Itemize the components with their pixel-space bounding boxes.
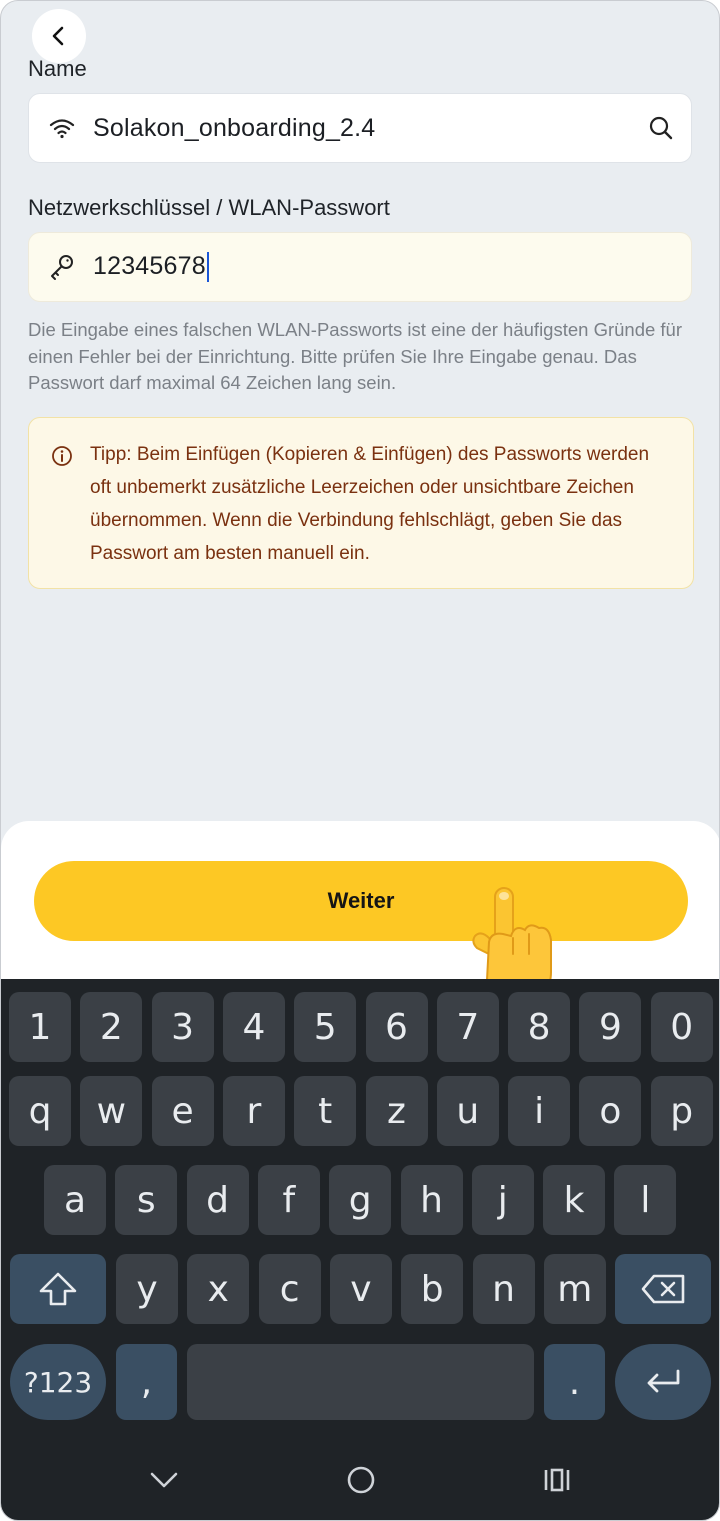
info-icon bbox=[51, 445, 73, 472]
letter-key-s[interactable]: s bbox=[115, 1165, 178, 1235]
key-icon bbox=[31, 253, 93, 281]
wifi-icon bbox=[31, 116, 93, 140]
letter-key-m[interactable]: m bbox=[543, 1254, 606, 1324]
letter-key-k[interactable]: k bbox=[543, 1165, 606, 1235]
search-icon[interactable] bbox=[631, 115, 691, 141]
letter-key-d[interactable]: d bbox=[186, 1165, 249, 1235]
network-name-value: Solakon_onboarding_2.4 bbox=[93, 113, 376, 142]
digit-key-4[interactable]: 4 bbox=[222, 992, 285, 1062]
password-field[interactable]: 12345678 bbox=[28, 232, 692, 302]
password-label: Netzwerkschlüssel / WLAN-Passwort bbox=[28, 195, 390, 220]
nav-back-icon[interactable] bbox=[134, 1455, 194, 1505]
text-cursor bbox=[206, 252, 209, 283]
digit-key-7[interactable]: 7 bbox=[436, 992, 499, 1062]
nav-recents-icon[interactable] bbox=[527, 1455, 587, 1505]
continue-button[interactable]: Weiter bbox=[34, 861, 688, 941]
letter-key-u[interactable]: u bbox=[436, 1076, 499, 1146]
letter-key-y[interactable]: y bbox=[116, 1254, 178, 1324]
system-navigation-bar bbox=[1, 1441, 719, 1520]
shift-key[interactable] bbox=[10, 1254, 106, 1324]
shift-icon bbox=[39, 1272, 77, 1306]
tip-text: Tipp: Beim Einfügen (Kopieren & Einfügen… bbox=[90, 444, 650, 564]
letter-key-j[interactable]: j bbox=[471, 1165, 534, 1235]
name-label: Name bbox=[28, 56, 87, 81]
digit-key-2[interactable]: 2 bbox=[80, 992, 143, 1062]
digit-key-3[interactable]: 3 bbox=[151, 992, 214, 1062]
letter-key-n[interactable]: n bbox=[472, 1254, 535, 1324]
letter-key-q[interactable]: q bbox=[9, 1076, 71, 1146]
digit-key-6[interactable]: 6 bbox=[365, 992, 428, 1062]
letter-key-i[interactable]: i bbox=[508, 1076, 571, 1146]
comma-key[interactable]: , bbox=[116, 1344, 177, 1420]
letter-key-v[interactable]: v bbox=[329, 1254, 392, 1324]
chevron-left-icon bbox=[52, 26, 64, 46]
letter-key-e[interactable]: e bbox=[151, 1076, 214, 1146]
symbols-key[interactable]: ?123 bbox=[10, 1344, 106, 1420]
enter-icon bbox=[647, 1369, 680, 1393]
app-screen: Name Solakon_onboarding_2.4 Netzwerkschl… bbox=[0, 0, 720, 1521]
digit-key-0[interactable]: 0 bbox=[650, 992, 713, 1062]
digit-key-8[interactable]: 8 bbox=[508, 992, 571, 1062]
network-name-field[interactable]: Solakon_onboarding_2.4 bbox=[28, 93, 692, 163]
tip-box: Tipp: Beim Einfügen (Kopieren & Einfügen… bbox=[28, 417, 694, 589]
nav-home-icon[interactable] bbox=[331, 1455, 391, 1505]
letter-key-p[interactable]: p bbox=[650, 1076, 713, 1146]
letter-key-c[interactable]: c bbox=[258, 1254, 321, 1324]
back-button[interactable] bbox=[32, 9, 86, 63]
letter-key-f[interactable]: f bbox=[257, 1165, 320, 1235]
letter-key-a[interactable]: a bbox=[44, 1165, 106, 1235]
period-key[interactable]: . bbox=[544, 1344, 605, 1420]
letter-key-t[interactable]: t bbox=[294, 1076, 357, 1146]
password-value: 12345678 bbox=[93, 251, 206, 280]
digit-key-9[interactable]: 9 bbox=[579, 992, 642, 1062]
letter-key-w[interactable]: w bbox=[80, 1076, 143, 1146]
enter-key[interactable] bbox=[615, 1344, 711, 1420]
bottom-sheet: Weiter bbox=[1, 821, 719, 991]
backspace-icon bbox=[641, 1274, 685, 1304]
letter-key-l[interactable]: l bbox=[614, 1165, 677, 1235]
letter-key-h[interactable]: h bbox=[400, 1165, 463, 1235]
soft-keyboard: 1234567890 qwertzuiop asdfghjkl yxcvbnm … bbox=[1, 979, 719, 1520]
letter-key-x[interactable]: x bbox=[187, 1254, 250, 1324]
digit-key-1[interactable]: 1 bbox=[9, 992, 71, 1062]
letter-key-g[interactable]: g bbox=[329, 1165, 392, 1235]
space-key[interactable] bbox=[187, 1344, 534, 1420]
backspace-key[interactable] bbox=[615, 1254, 711, 1324]
letter-key-r[interactable]: r bbox=[222, 1076, 285, 1146]
password-helper-text: Die Eingabe eines falschen WLAN-Passwort… bbox=[28, 319, 683, 393]
digit-key-5[interactable]: 5 bbox=[294, 992, 357, 1062]
letter-key-b[interactable]: b bbox=[401, 1254, 464, 1324]
letter-key-z[interactable]: z bbox=[365, 1076, 428, 1146]
letter-key-o[interactable]: o bbox=[579, 1076, 642, 1146]
